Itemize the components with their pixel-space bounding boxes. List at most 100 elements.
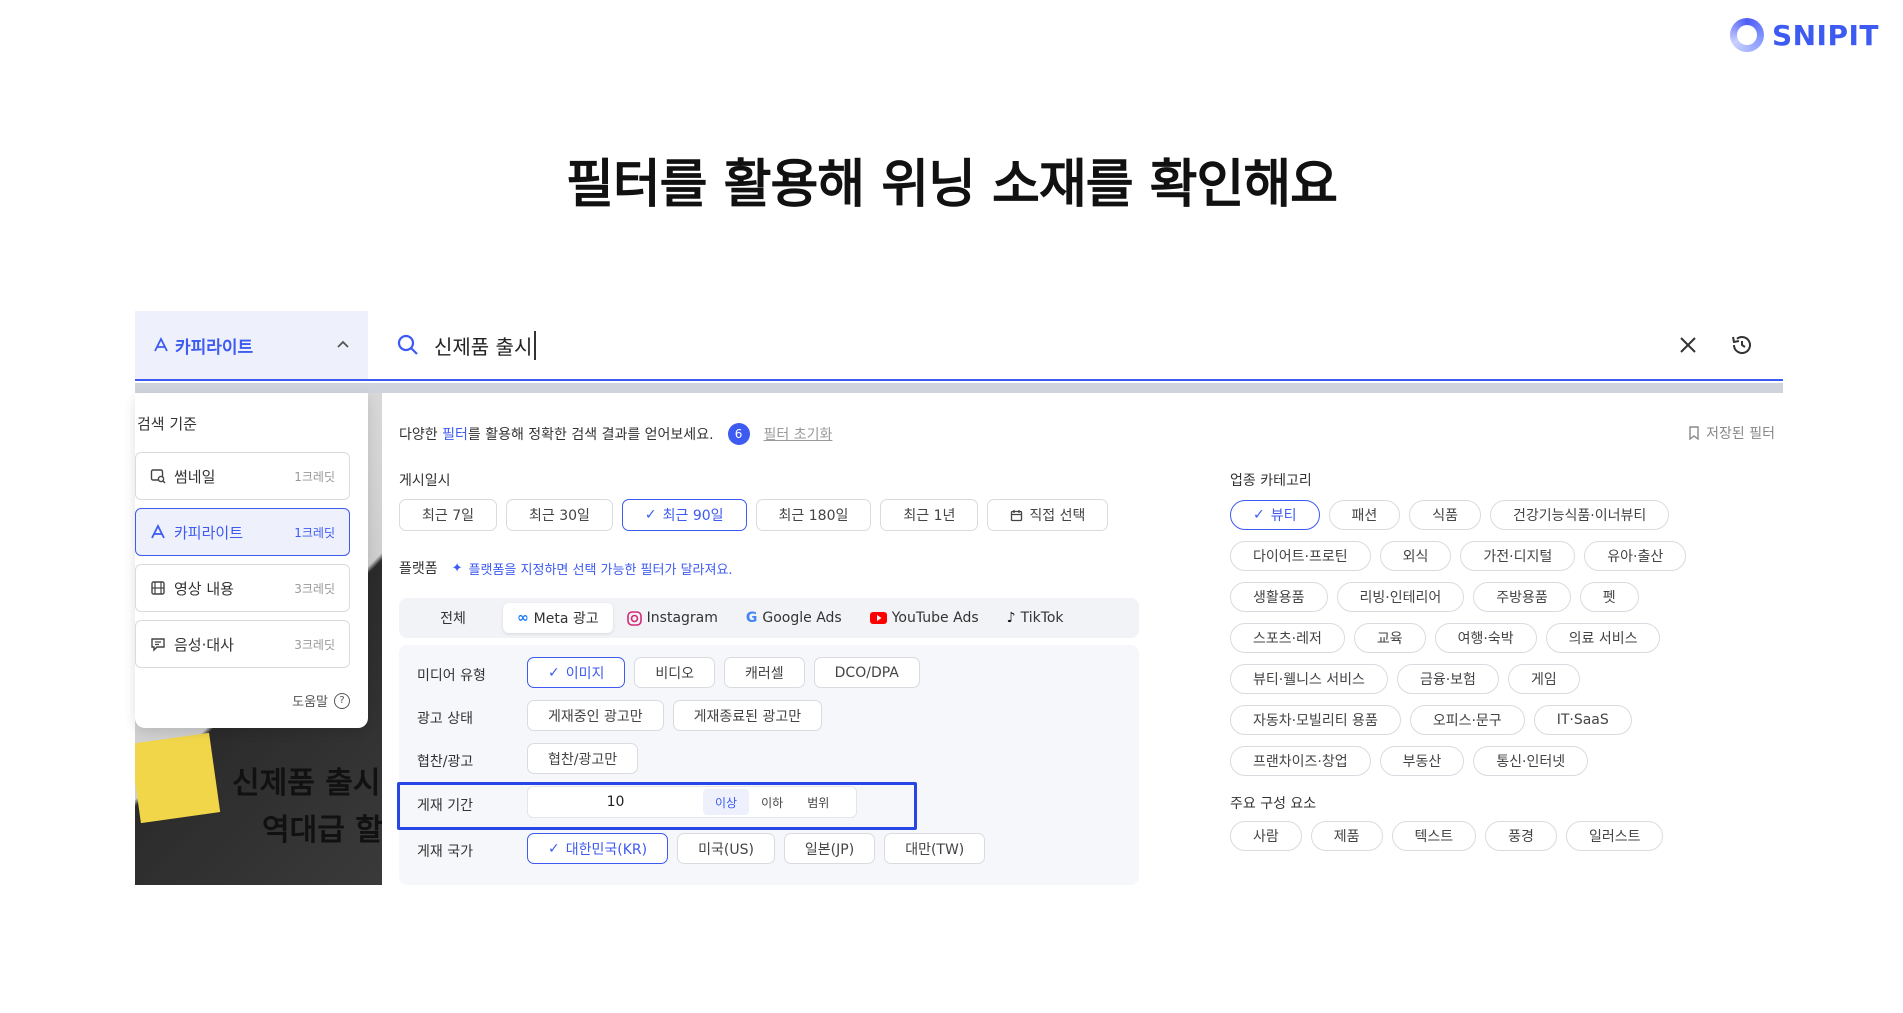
industry-pill-beauty[interactable]: ✓ 뷰티 bbox=[1230, 500, 1320, 530]
industry-pill[interactable]: 리빙·인테리어 bbox=[1336, 582, 1465, 612]
industry-pill[interactable]: 건강기능식품·이너뷰티 bbox=[1490, 500, 1670, 530]
search-mode-select[interactable]: 카피라이트 bbox=[135, 311, 368, 379]
check-icon: ✓ bbox=[1253, 507, 1265, 523]
criteria-item-video[interactable]: 영상 내용 3크레딧 bbox=[135, 564, 350, 612]
filter-reset-link[interactable]: 필터 초기화 bbox=[764, 424, 833, 444]
intro-prefix: 다양한 bbox=[399, 427, 443, 443]
ad-status-label: 광고 상태 bbox=[417, 711, 473, 727]
country-option-jp[interactable]: 일본(JP) bbox=[783, 833, 876, 864]
industry-row: 스포츠·레저 교육 여행·숙박 의료 서비스 bbox=[1230, 623, 1661, 653]
history-icon[interactable] bbox=[1729, 332, 1755, 358]
component-pill-illustration[interactable]: 일러스트 bbox=[1565, 821, 1664, 851]
industry-pill[interactable]: 의료 서비스 bbox=[1545, 623, 1661, 653]
criteria-title: 검색 기준 bbox=[137, 415, 197, 433]
criteria-item-voice[interactable]: 음성·대사 3크레딧 bbox=[135, 620, 350, 668]
sponsored-only[interactable]: 협찬/광고만 bbox=[527, 743, 639, 774]
check-icon: ✓ bbox=[644, 507, 657, 523]
industry-pill[interactable]: IT·SaaS bbox=[1533, 705, 1632, 735]
components-label: 주요 구성 요소 bbox=[1230, 796, 1317, 812]
tab-google-label: Google Ads bbox=[762, 610, 842, 626]
posted-option-custom[interactable]: 직접 선택 bbox=[987, 499, 1109, 531]
component-pill-product[interactable]: 제품 bbox=[1310, 821, 1383, 851]
image-search-icon bbox=[150, 469, 166, 484]
country-option-tw[interactable]: 대만(TW) bbox=[884, 833, 986, 864]
industry-pill[interactable]: 가전·디지털 bbox=[1460, 541, 1576, 571]
ad-status-active[interactable]: 게재중인 광고만 bbox=[527, 700, 664, 731]
check-icon: ✓ bbox=[548, 664, 560, 681]
tab-meta[interactable]: ∞ Meta 광고 bbox=[503, 603, 613, 633]
industry-pill[interactable]: 자동차·모빌리티 용품 bbox=[1230, 705, 1401, 735]
industry-pill[interactable]: 식품 bbox=[1409, 500, 1482, 530]
posted-date-label: 게시일시 bbox=[399, 473, 451, 489]
instagram-icon bbox=[626, 610, 642, 626]
media-option-dco[interactable]: DCO/DPA bbox=[813, 657, 920, 688]
industry-pill[interactable]: 다이어트·프로틴 bbox=[1230, 541, 1371, 571]
industry-pill[interactable]: 부동산 bbox=[1379, 746, 1465, 776]
country-option-kr[interactable]: ✓ 대한민국(KR) bbox=[527, 833, 669, 864]
criteria-item-thumbnail[interactable]: 썸네일 1크레딧 bbox=[135, 452, 350, 500]
media-option-video[interactable]: 비디오 bbox=[634, 657, 716, 688]
industry-pill[interactable]: 뷰티·웰니스 서비스 bbox=[1230, 664, 1388, 694]
tab-all[interactable]: 전체 bbox=[403, 603, 503, 633]
close-icon[interactable] bbox=[1675, 332, 1701, 358]
posted-option-label: 최근 90일 bbox=[662, 508, 724, 524]
industry-row: 생활용품 리빙·인테리어 주방용품 펫 bbox=[1230, 582, 1639, 612]
industry-pill[interactable]: 통신·인터넷 bbox=[1473, 746, 1589, 776]
industry-pill[interactable]: 주방용품 bbox=[1473, 582, 1571, 612]
criteria-item-label: 영상 내용 bbox=[174, 579, 234, 598]
industry-pill[interactable]: 금융·보험 bbox=[1396, 664, 1499, 694]
results-background-strip bbox=[135, 383, 1783, 393]
component-pill-text[interactable]: 텍스트 bbox=[1391, 821, 1477, 851]
filter-panel: 다양한 필터를 활용해 정확한 검색 결과를 얻어보세요. 6 필터 초기화 저… bbox=[382, 393, 1783, 893]
criteria-credit: 3크레딧 bbox=[294, 581, 335, 596]
industry-pill[interactable]: 프랜차이즈·창업 bbox=[1230, 746, 1371, 776]
chevron-up-icon bbox=[336, 337, 350, 353]
tab-tiktok[interactable]: ♪ TikTok bbox=[993, 603, 1078, 633]
sponsored-options: 협찬/광고만 bbox=[527, 743, 639, 774]
tab-meta-label: Meta 광고 bbox=[533, 611, 599, 627]
tab-tiktok-label: TikTok bbox=[1020, 610, 1064, 626]
posted-option-30d[interactable]: 최근 30일 bbox=[506, 499, 613, 531]
media-option-image[interactable]: ✓ 이미지 bbox=[527, 657, 626, 688]
tab-instagram[interactable]: Instagram bbox=[613, 603, 732, 633]
posted-option-90d[interactable]: ✓ 최근 90일 bbox=[621, 499, 747, 531]
industry-pill[interactable]: 유아·출산 bbox=[1584, 541, 1687, 571]
industry-label: 업종 카테고리 bbox=[1230, 473, 1312, 489]
film-icon bbox=[151, 581, 165, 595]
country-option-us[interactable]: 미국(US) bbox=[677, 833, 775, 864]
criteria-item-copyright[interactable]: 카피라이트 1크레딧 bbox=[135, 508, 350, 556]
media-option-carousel[interactable]: 캐러셀 bbox=[724, 657, 805, 688]
industry-pill[interactable]: 게임 bbox=[1507, 664, 1580, 694]
posted-option-7d[interactable]: 최근 7일 bbox=[399, 499, 497, 531]
industry-pill[interactable]: 생활용품 bbox=[1230, 582, 1328, 612]
component-pill-person[interactable]: 사람 bbox=[1230, 821, 1302, 851]
criteria-item-label: 음성·대사 bbox=[174, 635, 234, 654]
component-pill-landscape[interactable]: 풍경 bbox=[1485, 821, 1557, 851]
industry-pill[interactable]: 스포츠·레저 bbox=[1230, 623, 1345, 653]
help-link[interactable]: 도움말 ? bbox=[292, 691, 350, 710]
industry-pill[interactable]: 교육 bbox=[1353, 623, 1426, 653]
industry-pill[interactable]: 패션 bbox=[1328, 500, 1401, 530]
search-input[interactable]: 신제품 출시 bbox=[368, 311, 1783, 379]
copyright-a-icon bbox=[154, 337, 168, 352]
tab-youtube-ads[interactable]: YouTube Ads bbox=[856, 603, 993, 633]
industry-row: 뷰티·웰니스 서비스 금융·보험 게임 bbox=[1230, 664, 1580, 694]
search-mode-label: 카피라이트 bbox=[175, 337, 254, 358]
filter-intro: 다양한 필터를 활용해 정확한 검색 결과를 얻어보세요. 6 필터 초기화 bbox=[399, 423, 832, 445]
ad-status-ended[interactable]: 게재종료된 광고만 bbox=[672, 700, 823, 731]
industry-pill[interactable]: 펫 bbox=[1579, 582, 1639, 612]
platform-tabs: 전체 ∞ Meta 광고 Instagram G Google Ads YouT… bbox=[399, 598, 1139, 638]
filter-count-badge: 6 bbox=[727, 423, 750, 445]
saved-filters-button[interactable]: 저장된 필터 bbox=[1688, 423, 1775, 443]
tab-google-ads[interactable]: G Google Ads bbox=[732, 603, 856, 633]
industry-pill[interactable]: 여행·숙박 bbox=[1434, 623, 1537, 653]
search-mode-label-wrap: 카피라이트 bbox=[153, 333, 253, 358]
tab-instagram-label: Instagram bbox=[646, 610, 718, 626]
posted-option-1y[interactable]: 최근 1년 bbox=[880, 499, 979, 531]
check-icon: ✓ bbox=[548, 840, 560, 857]
page: SNIPIT 필터를 활용해 위닝 소재를 확인해요 카피라이트 신제품 출시 bbox=[0, 0, 1903, 1013]
industry-pill[interactable]: 오피스·문구 bbox=[1409, 705, 1525, 735]
industry-pill[interactable]: 외식 bbox=[1379, 541, 1452, 571]
posted-option-180d[interactable]: 최근 180일 bbox=[755, 499, 872, 531]
search-query[interactable]: 신제품 출시 bbox=[434, 330, 537, 360]
